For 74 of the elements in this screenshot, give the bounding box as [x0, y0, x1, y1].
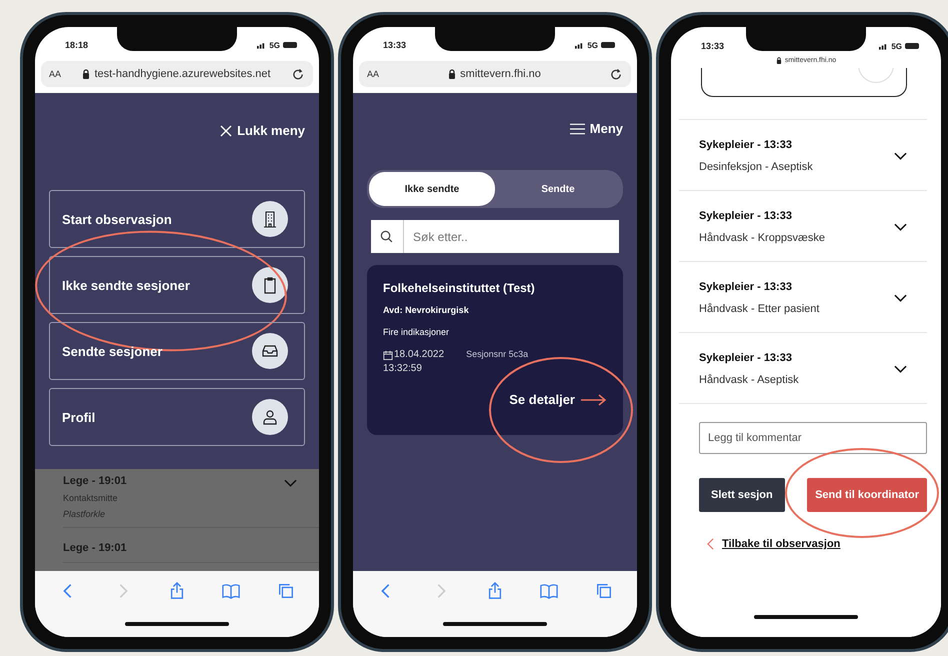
- reload-icon[interactable]: [292, 68, 305, 80]
- chevron-down-icon[interactable]: [894, 294, 907, 302]
- send-button[interactable]: Send til koordinator: [807, 478, 927, 512]
- observation-detail: Plastforkle: [63, 509, 106, 519]
- observation-type: Håndvask - Aseptisk: [699, 374, 799, 386]
- arrow-right-icon: [581, 394, 607, 406]
- observation-title: Lege - 19:01: [63, 475, 127, 487]
- lock-icon: [448, 69, 456, 79]
- lock-icon: [82, 69, 90, 79]
- address-bar[interactable]: AA test-handhygiene.azurewebsites.net: [41, 61, 313, 87]
- observation-title: Sykepleier - 13:33: [699, 352, 793, 364]
- indications-label: Fire indikasjoner: [383, 327, 450, 337]
- text-size-button[interactable]: AA: [49, 69, 62, 79]
- delete-session-button[interactable]: Slett sesjon: [699, 478, 785, 512]
- observation-title: Lege - 19:01: [63, 542, 127, 554]
- menu-item[interactable]: Ikke sendte sesjoner: [49, 256, 305, 314]
- comment-field[interactable]: Legg til kommentar: [699, 422, 927, 454]
- observation-type: Håndvask - Kroppsvæske: [699, 232, 825, 244]
- observation-row[interactable]: Sykepleier - 13:33 Håndvask - Kroppsvæske: [679, 190, 927, 261]
- observation-title: Sykepleier - 13:33: [699, 281, 793, 293]
- date-text: 18.04.2022: [394, 349, 444, 360]
- signal-icon: [257, 42, 266, 48]
- observation-type: Desinfeksjon - Aseptisk: [699, 161, 813, 173]
- department-label: Avd: Nevrokirurgisk: [383, 305, 470, 315]
- signal-icon: [879, 42, 888, 50]
- battery-icon: [283, 42, 297, 48]
- status-time: 18:18: [65, 40, 88, 50]
- chevron-down-icon[interactable]: [894, 152, 907, 160]
- battery-icon: [601, 42, 615, 48]
- tabs-icon[interactable]: [276, 582, 295, 600]
- session-card[interactable]: Folkehelseinstituttet (Test) Avd: Nevrokirurgisk Fire indikasjoner 18.04.2022 13:32:59 Sesjonsnr 5c3a Se detaljer: [367, 265, 623, 435]
- menu-item[interactable]: Sendte sesjoner: [49, 322, 305, 380]
- card-title: Folkehelseinstituttet (Test): [383, 281, 536, 295]
- network-label: 5G: [891, 42, 902, 50]
- time-text: 13:32:59: [383, 363, 423, 374]
- reload-icon[interactable]: [610, 68, 623, 80]
- observation-type: Håndvask - Etter pasient: [699, 303, 820, 315]
- search-icon: [380, 230, 393, 243]
- status-time: 13:33: [383, 40, 406, 50]
- chevron-down-icon[interactable]: [894, 223, 907, 231]
- book-icon[interactable]: [222, 582, 240, 600]
- observation-row[interactable]: Sykepleier - 13:33 Håndvask - Etter pasient: [679, 261, 927, 332]
- signal-icon: [575, 42, 584, 48]
- status-time: 13:33: [701, 41, 724, 51]
- lock-icon: [776, 57, 782, 64]
- observation-row[interactable]: Sykepleier - 13:33 Håndvask - Aseptisk: [679, 332, 927, 404]
- calendar-icon: [383, 350, 393, 360]
- tabs-icon[interactable]: [594, 582, 613, 600]
- address-bar[interactable]: AA smittevern.fhi.no: [359, 61, 631, 87]
- search-field[interactable]: Søk etter..: [371, 220, 619, 253]
- network-label: 5G: [269, 40, 280, 50]
- url-text: test-handhygiene.azurewebsites.net: [67, 68, 286, 80]
- battery-icon: [905, 43, 919, 49]
- observation-row[interactable]: Sykepleier - 13:33 Desinfeksjon - Aseptisk: [679, 119, 927, 190]
- menu-item[interactable]: Start observasjon: [49, 190, 305, 248]
- close-menu-button[interactable]: Lukk meny: [220, 123, 305, 138]
- tab[interactable]: Sendte: [495, 172, 621, 206]
- menu-item[interactable]: Profil: [49, 388, 305, 446]
- session-number: Sesjonsnr 5c3a: [466, 349, 528, 361]
- observation-title: Sykepleier - 13:33: [699, 139, 793, 151]
- chevron-down-icon[interactable]: [894, 365, 907, 373]
- menu-button[interactable]: Meny: [570, 121, 623, 136]
- observation-title: Sykepleier - 13:33: [699, 210, 793, 222]
- tab[interactable]: Ikke sendte: [369, 172, 495, 206]
- details-link[interactable]: Se detaljer: [509, 392, 607, 407]
- menu-icon: [570, 122, 585, 134]
- back-link[interactable]: Tilbake til observasjon: [722, 538, 840, 550]
- network-label: 5G: [587, 40, 598, 50]
- chevron-left-icon: [707, 538, 714, 550]
- book-icon[interactable]: [540, 582, 558, 600]
- observation-type: Kontaktsmitte: [63, 493, 119, 503]
- text-size-button[interactable]: AA: [367, 69, 380, 79]
- close-icon: [220, 124, 232, 136]
- url-text: smittevern.fhi.no: [385, 68, 604, 80]
